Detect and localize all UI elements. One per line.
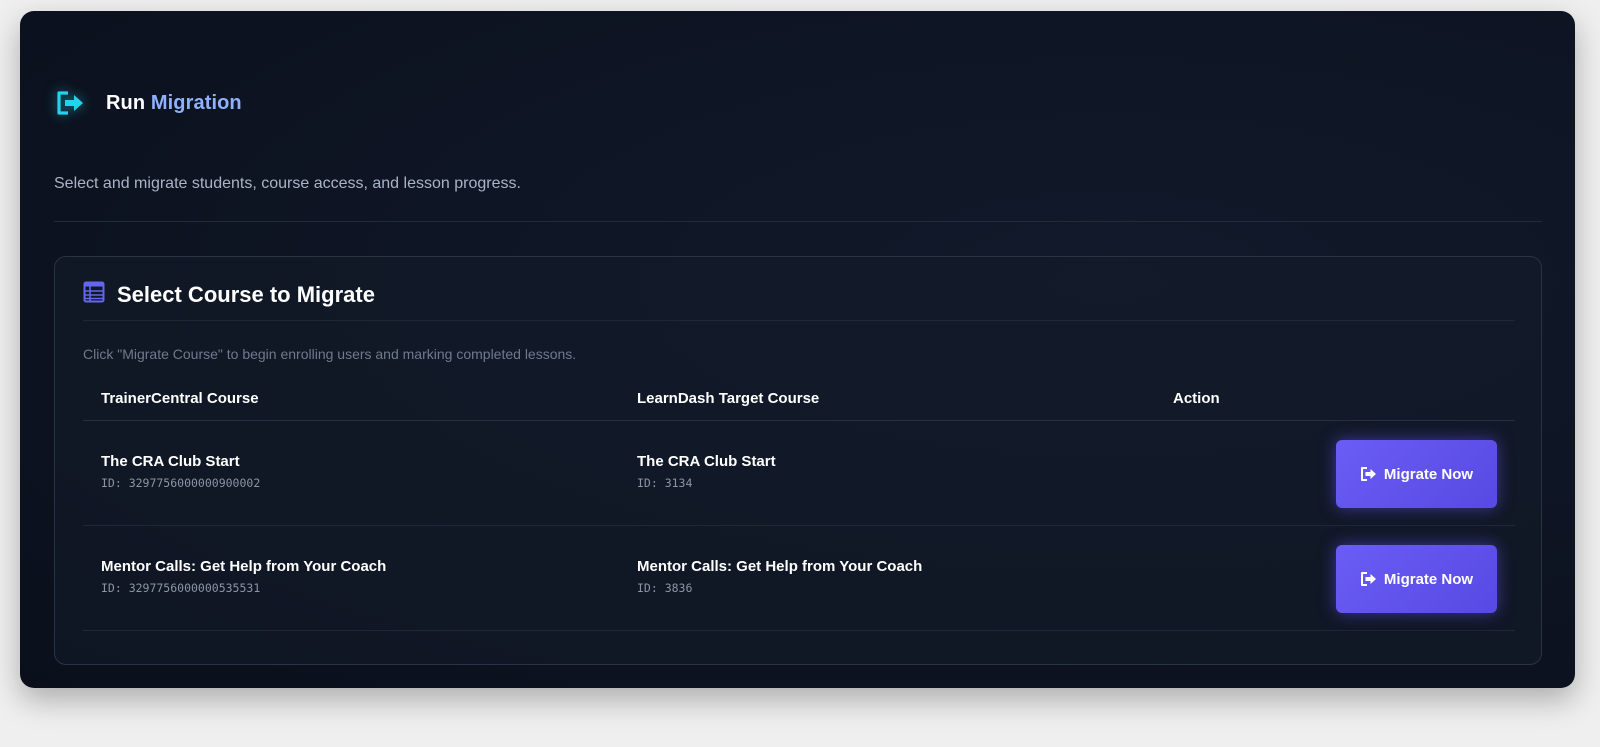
migrate-now-label: Migrate Now [1383, 570, 1474, 588]
sign-out-icon [1360, 571, 1378, 587]
target-course-name: Mentor Calls: Get Help from Your Coach [637, 558, 923, 575]
target-course-cell: Mentor Calls: Get Help from Your Coach I… [637, 558, 922, 595]
target-course-cell: The CRA Club Start ID: 3134 [637, 453, 776, 490]
page-title-plain: Run [106, 91, 146, 114]
source-course-cell: The CRA Club Start ID: 32977560000009000… [101, 453, 260, 490]
page-subtitle: Select and migrate students, course acce… [54, 175, 521, 192]
source-course-name: The CRA Club Start [101, 453, 240, 470]
target-course-id: ID: 3836 [637, 581, 693, 595]
select-course-card: Select Course to Migrate Click "Migrate … [54, 256, 1542, 665]
migrate-now-button[interactable]: Migrate Now [1336, 440, 1497, 508]
migrate-now-button[interactable]: Migrate Now [1336, 545, 1497, 613]
header-divider [54, 221, 1542, 222]
migration-panel: Run Migration Select and migrate student… [20, 11, 1575, 688]
card-title: Select Course to Migrate [117, 281, 375, 307]
page-title-accent: Migration [150, 91, 242, 114]
target-course-name: The CRA Club Start [637, 453, 776, 470]
target-course-id: ID: 3134 [637, 476, 693, 490]
source-course-id: ID: 3297756000000535531 [101, 581, 261, 595]
source-course-cell: Mentor Calls: Get Help from Your Coach I… [101, 558, 386, 595]
card-header: Select Course to Migrate [83, 281, 375, 308]
source-course-name: Mentor Calls: Get Help from Your Coach [101, 558, 387, 575]
page-header: Run Migration [54, 86, 242, 120]
sign-out-icon [1360, 466, 1378, 482]
migrate-now-label: Migrate Now [1383, 465, 1474, 483]
column-header-trainercentral: TrainerCentral Course [101, 390, 259, 407]
column-header-learndash: LearnDash Target Course [637, 390, 820, 407]
table-header: TrainerCentral Course LearnDash Target C… [83, 382, 1515, 421]
sign-out-icon [54, 86, 88, 120]
source-course-id: ID: 3297756000000900002 [101, 476, 261, 490]
table-row: Mentor Calls: Get Help from Your Coach I… [83, 526, 1515, 631]
page-title: Run Migration [106, 92, 242, 115]
column-header-action: Action [1173, 390, 1220, 407]
card-hint: Click "Migrate Course" to begin enrollin… [83, 346, 577, 362]
card-header-divider [83, 320, 1515, 321]
list-table-icon [83, 281, 105, 308]
table-row: The CRA Club Start ID: 32977560000009000… [83, 421, 1515, 526]
course-table: TrainerCentral Course LearnDash Target C… [83, 382, 1515, 631]
